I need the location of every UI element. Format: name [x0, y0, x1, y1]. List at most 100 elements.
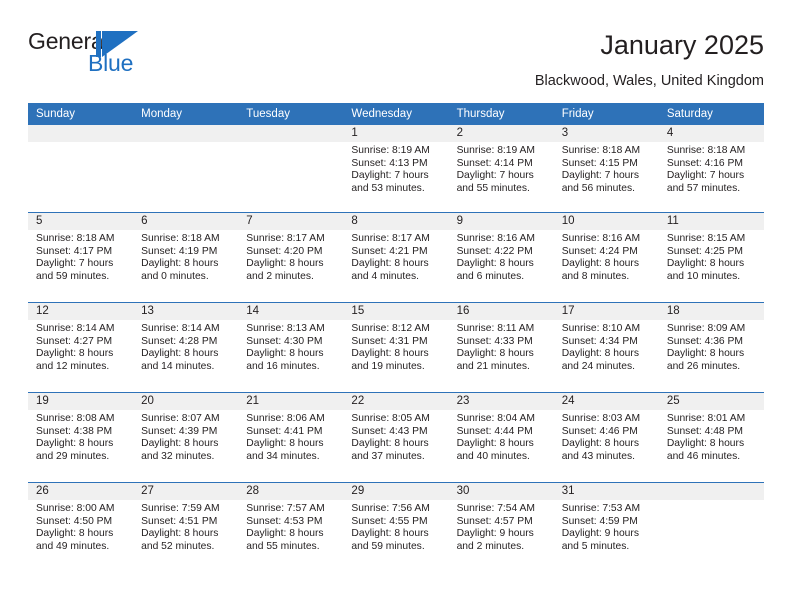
- daylight-text-line2: and 55 minutes.: [456, 182, 530, 194]
- calendar-day-cell[interactable]: 30 Sunrise: 7:54 AM Sunset: 4:57 PM Dayligh…: [448, 483, 554, 572]
- sunrise-text: Sunrise: 8:11 AM: [456, 323, 535, 334]
- sunset-text: Sunset: 4:13 PM: [351, 157, 428, 169]
- calendar-day-cell[interactable]: 14 Sunrise: 8:13 AM Sunset: 4:30 PM Dayligh…: [238, 303, 344, 392]
- daylight-text-line1: Daylight: 8 hours: [666, 348, 745, 360]
- sunset-text: Sunset: 4:44 PM: [456, 425, 533, 437]
- calendar-day-cell[interactable]: 20 Sunrise: 8:07 AM Sunset: 4:39 PM Dayligh…: [133, 393, 239, 482]
- daylight-text-line1: Daylight: 8 hours: [666, 258, 745, 270]
- daylight-text-line2: and 6 minutes.: [456, 270, 525, 282]
- calendar-day-cell[interactable]: 5 Sunrise: 8:18 AM Sunset: 4:17 PM Daylight…: [28, 213, 134, 302]
- general-blue-logo[interactable]: General Blue: [28, 28, 218, 84]
- day-detail-body: Sunrise: 8:05 AM Sunset: 4:43 PM Daylight:…: [343, 410, 448, 463]
- location-subtitle: Blackwood, Wales, United Kingdom: [534, 73, 764, 89]
- sunrise-text: Sunrise: 8:16 AM: [561, 233, 641, 244]
- day-number: 23: [456, 395, 470, 407]
- sunrise-text: Sunrise: 8:03 AM: [561, 413, 641, 424]
- daylight-text-line1: Daylight: 8 hours: [561, 438, 639, 450]
- day-detail-body: Sunrise: 8:13 AM Sunset: 4:30 PM Daylight:…: [238, 320, 343, 373]
- weekday-header-wednesday: Wednesday: [351, 108, 412, 120]
- daylight-text-line2: and 14 minutes.: [141, 360, 215, 372]
- day-number-band: 15: [343, 303, 449, 320]
- daylight-text-line1: Daylight: 8 hours: [36, 348, 114, 360]
- sunrise-text: Sunrise: 8:14 AM: [36, 323, 115, 334]
- day-detail-body: Sunrise: 7:53 AM Sunset: 4:59 PM Daylight:…: [554, 500, 659, 553]
- sunset-text: Sunset: 4:57 PM: [456, 515, 533, 527]
- calendar-day-cell[interactable]: 23 Sunrise: 8:04 AM Sunset: 4:44 PM Dayligh…: [448, 393, 554, 482]
- calendar-day-cell[interactable]: 4 Sunrise: 8:18 AM Sunset: 4:16 PM Daylight…: [658, 125, 764, 212]
- calendar-day-cell[interactable]: 27 Sunrise: 7:59 AM Sunset: 4:51 PM Dayligh…: [133, 483, 239, 572]
- sunrise-text: Sunrise: 8:09 AM: [666, 323, 746, 334]
- sunrise-text: Sunrise: 7:56 AM: [351, 503, 430, 514]
- calendar-day-cell[interactable]: 11 Sunrise: 8:15 AM Sunset: 4:25 PM Dayligh…: [658, 213, 764, 302]
- day-number-band: 29: [343, 483, 449, 500]
- sunrise-text: Sunrise: 8:15 AM: [666, 233, 746, 244]
- calendar-day-cell[interactable]: 19 Sunrise: 8:08 AM Sunset: 4:38 PM Dayligh…: [28, 393, 134, 482]
- day-number: 9: [456, 215, 463, 227]
- calendar-day-cell[interactable]: 12 Sunrise: 8:14 AM Sunset: 4:27 PM Dayligh…: [28, 303, 134, 392]
- day-number: 5: [36, 215, 43, 227]
- calendar-day-cell[interactable]: 26 Sunrise: 8:00 AM Sunset: 4:50 PM Dayligh…: [28, 483, 134, 572]
- day-number-band: 2: [448, 125, 554, 142]
- day-number-band: 6: [133, 213, 239, 230]
- daylight-text-line1: Daylight: 8 hours: [36, 528, 114, 540]
- calendar-day-cell[interactable]: 18 Sunrise: 8:09 AM Sunset: 4:36 PM Dayligh…: [658, 303, 764, 392]
- daylight-text-line1: Daylight: 8 hours: [36, 438, 114, 450]
- day-number-band: 16: [448, 303, 554, 320]
- daylight-text-line1: Daylight: 7 hours: [36, 258, 114, 270]
- daylight-text-line2: and 46 minutes.: [666, 450, 741, 462]
- sunset-text: Sunset: 4:36 PM: [666, 335, 743, 347]
- sunset-text: Sunset: 4:20 PM: [246, 245, 323, 257]
- weekday-header-friday: Friday: [561, 108, 594, 120]
- calendar-day-cell[interactable]: 6 Sunrise: 8:18 AM Sunset: 4:19 PM Daylight…: [133, 213, 239, 302]
- daylight-text-line2: and 43 minutes.: [561, 450, 635, 462]
- calendar-day-cell[interactable]: 8 Sunrise: 8:17 AM Sunset: 4:21 PM Daylight…: [343, 213, 449, 302]
- day-detail-body: Sunrise: 8:01 AM Sunset: 4:48 PM Daylight:…: [659, 410, 764, 463]
- daylight-text-line2: and 2 minutes.: [246, 270, 314, 282]
- day-number: 1: [351, 127, 358, 139]
- calendar-day-cell[interactable]: 2 Sunrise: 8:19 AM Sunset: 4:14 PM Daylight…: [448, 125, 554, 212]
- calendar-day-cell[interactable]: 25 Sunrise: 8:01 AM Sunset: 4:48 PM Dayligh…: [658, 393, 764, 482]
- calendar-day-cell[interactable]: 10 Sunrise: 8:16 AM Sunset: 4:24 PM Dayligh…: [553, 213, 659, 302]
- calendar-day-cell[interactable]: 7 Sunrise: 8:17 AM Sunset: 4:20 PM Daylight…: [238, 213, 344, 302]
- calendar-weeks: 1 Sunrise: 8:19 AM Sunset: 4:13 PM Daylight…: [28, 125, 764, 572]
- daylight-text-line2: and 16 minutes.: [246, 360, 320, 372]
- calendar-day-cell[interactable]: 15 Sunrise: 8:12 AM Sunset: 4:31 PM Dayligh…: [343, 303, 449, 392]
- day-number-band: 1: [343, 125, 449, 142]
- daylight-text-line2: and 21 minutes.: [456, 360, 530, 372]
- day-number-band: 10: [553, 213, 659, 230]
- sunrise-text: Sunrise: 8:13 AM: [246, 323, 325, 334]
- day-number: 28: [246, 485, 260, 497]
- sunset-text: Sunset: 4:53 PM: [246, 515, 323, 527]
- daylight-text-line1: Daylight: 8 hours: [456, 348, 534, 360]
- day-number: 7: [246, 215, 253, 227]
- calendar-day-cell[interactable]: 29 Sunrise: 7:56 AM Sunset: 4:55 PM Dayligh…: [343, 483, 449, 572]
- calendar-day-cell[interactable]: 22 Sunrise: 8:05 AM Sunset: 4:43 PM Dayligh…: [343, 393, 449, 482]
- daylight-text-line2: and 40 minutes.: [456, 450, 530, 462]
- day-number: 15: [351, 305, 365, 317]
- calendar-day-cell[interactable]: 13 Sunrise: 8:14 AM Sunset: 4:28 PM Dayligh…: [133, 303, 239, 392]
- calendar-day-cell[interactable]: 31 Sunrise: 7:53 AM Sunset: 4:59 PM Dayligh…: [553, 483, 659, 572]
- day-number: 2: [456, 127, 463, 139]
- day-number: 29: [351, 485, 365, 497]
- calendar-day-cell[interactable]: 9 Sunrise: 8:16 AM Sunset: 4:22 PM Daylight…: [448, 213, 554, 302]
- sunset-text: Sunset: 4:51 PM: [141, 515, 218, 527]
- daylight-text-line2: and 2 minutes.: [456, 540, 525, 552]
- daylight-text-line1: Daylight: 8 hours: [351, 258, 429, 270]
- day-detail-body: Sunrise: 8:17 AM Sunset: 4:20 PM Daylight:…: [238, 230, 343, 283]
- sunrise-text: Sunrise: 8:04 AM: [456, 413, 535, 424]
- sunset-text: Sunset: 4:21 PM: [351, 245, 428, 257]
- daylight-text-line2: and 53 minutes.: [351, 182, 425, 194]
- calendar-day-cell[interactable]: 17 Sunrise: 8:10 AM Sunset: 4:34 PM Dayligh…: [553, 303, 659, 392]
- calendar-day-cell[interactable]: 16 Sunrise: 8:11 AM Sunset: 4:33 PM Dayligh…: [448, 303, 554, 392]
- day-detail-body: Sunrise: 8:04 AM Sunset: 4:44 PM Daylight:…: [449, 410, 554, 463]
- calendar-day-cell[interactable]: 1 Sunrise: 8:19 AM Sunset: 4:13 PM Daylight…: [343, 125, 449, 212]
- calendar-day-cell[interactable]: 24 Sunrise: 8:03 AM Sunset: 4:46 PM Dayligh…: [553, 393, 659, 482]
- sunrise-text: Sunrise: 8:18 AM: [141, 233, 220, 244]
- calendar-day-cell[interactable]: 28 Sunrise: 7:57 AM Sunset: 4:53 PM Dayligh…: [238, 483, 344, 572]
- calendar-day-cell[interactable]: 3 Sunrise: 8:18 AM Sunset: 4:15 PM Daylight…: [553, 125, 659, 212]
- daylight-text-line1: Daylight: 8 hours: [246, 348, 324, 360]
- daylight-text-line1: Daylight: 8 hours: [246, 438, 324, 450]
- daylight-text-line2: and 19 minutes.: [351, 360, 425, 372]
- calendar-day-cell[interactable]: 21 Sunrise: 8:06 AM Sunset: 4:41 PM Dayligh…: [238, 393, 344, 482]
- daylight-text-line1: Daylight: 8 hours: [351, 438, 429, 450]
